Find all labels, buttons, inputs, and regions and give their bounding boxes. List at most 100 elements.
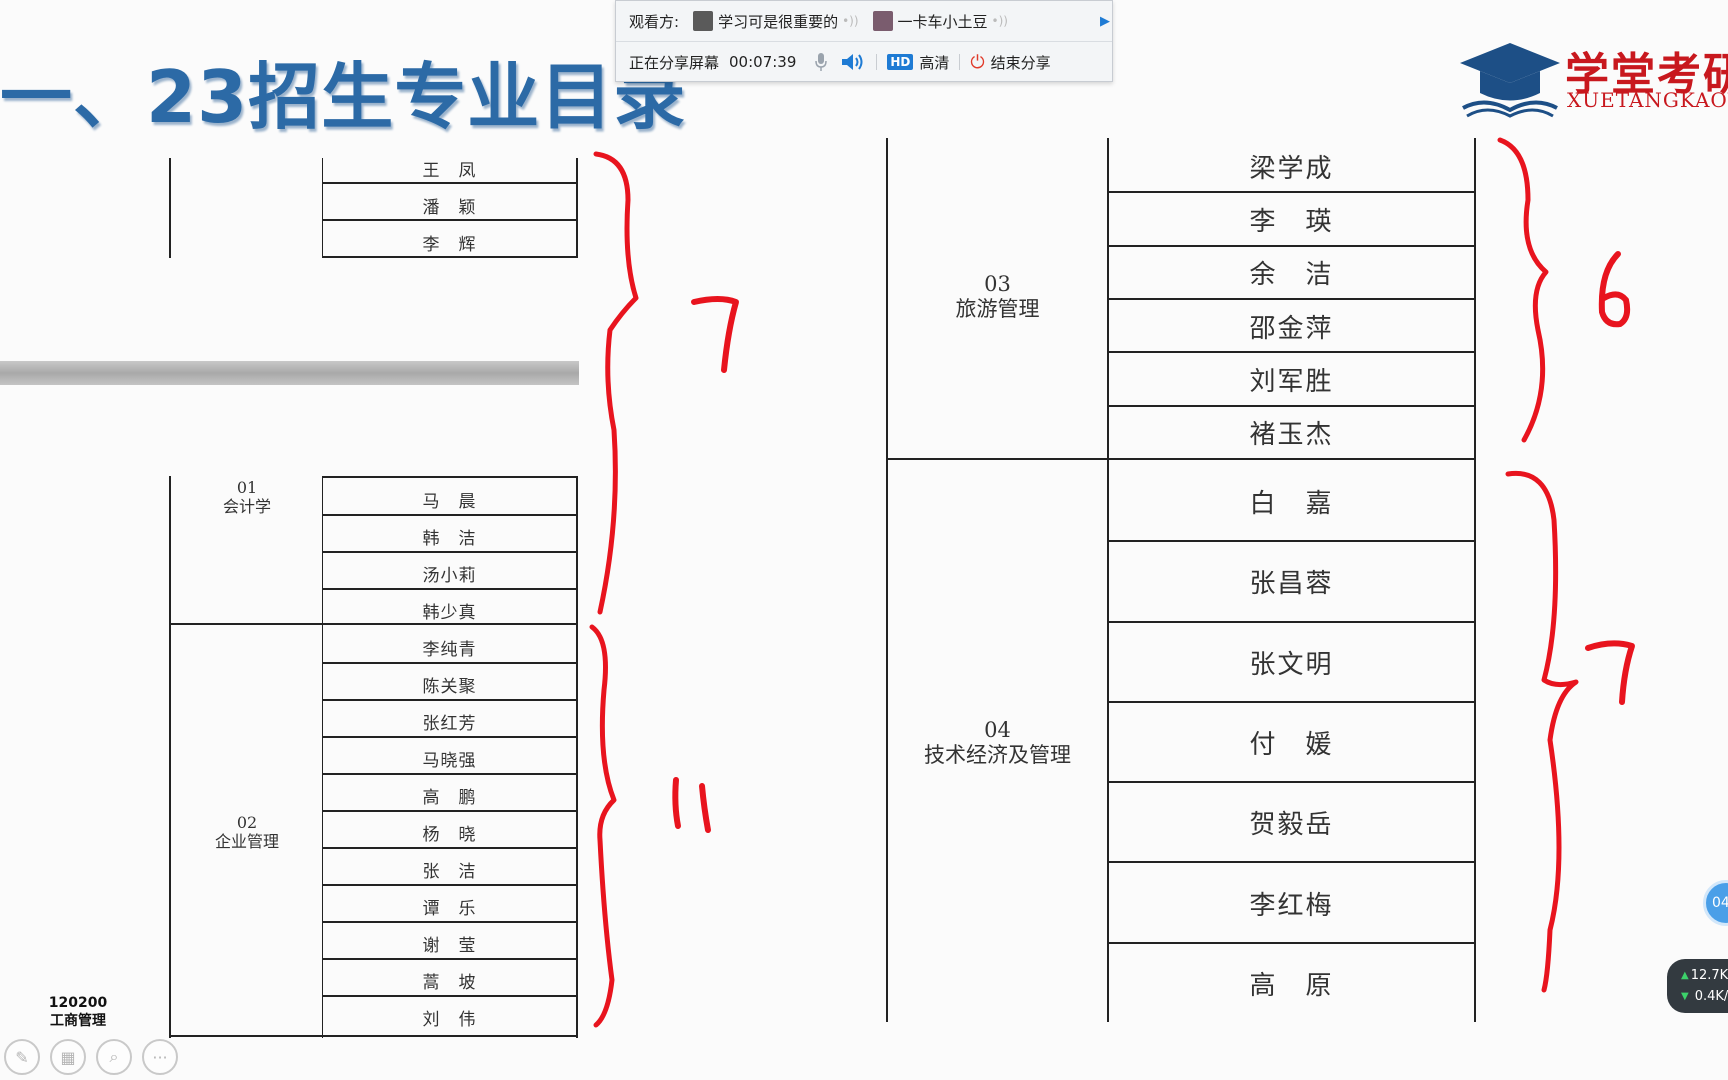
group-code: 02 <box>236 813 258 832</box>
teacher-name: 褚玉杰 <box>1249 420 1334 451</box>
quality-toggle[interactable]: HD 高清 <box>887 52 949 73</box>
power-icon: ⏻ <box>970 51 985 73</box>
upload-arrow-icon: ▲ <box>1681 970 1689 981</box>
teacher-name: 汤小莉 <box>422 566 477 586</box>
group-name: 会计学 <box>222 497 271 516</box>
teacher-name: 刘 伟 <box>422 1010 477 1030</box>
row-divider <box>322 662 577 664</box>
row-divider <box>322 773 577 775</box>
row-divider <box>1108 351 1475 354</box>
table-border <box>169 1035 577 1037</box>
row-divider <box>1108 191 1475 194</box>
brace-bottom-right <box>1505 470 1579 993</box>
teacher-name: 李 瑛 <box>1249 207 1334 237</box>
more-icon[interactable]: ··· <box>142 1039 178 1075</box>
table-border <box>169 476 171 1038</box>
teacher-name: 马晓强 <box>422 751 477 771</box>
viewer-2-name: 一卡车小土豆 <box>897 12 988 31</box>
teacher-name: 谭 乐 <box>422 899 477 919</box>
brand-logo: 学堂考研 XUETANGKAOYAN <box>1455 38 1728 118</box>
download-arrow-icon: ▼ <box>1681 991 1689 1002</box>
row-divider <box>322 514 577 516</box>
teacher-name: 白 嘉 <box>1249 489 1334 520</box>
teacher-name: 陈关聚 <box>422 677 477 697</box>
brace-top-left <box>593 151 639 615</box>
table-border <box>322 219 577 221</box>
timer-bubble[interactable]: 04: <box>1703 880 1728 926</box>
row-divider <box>1108 244 1475 247</box>
teacher-name: 杨 晓 <box>422 825 477 845</box>
teacher-name: 高 鹏 <box>422 788 477 808</box>
expand-arrow-icon[interactable]: ▶ <box>1098 1 1112 41</box>
row-divider <box>322 551 577 553</box>
teacher-name: 王 凤 <box>422 161 477 181</box>
row-divider <box>322 588 577 590</box>
teacher-name: 张文明 <box>1249 649 1334 680</box>
teacher-name: 余 洁 <box>1249 260 1334 291</box>
teacher-name: 蒿 坡 <box>422 973 477 993</box>
screen-share-bar: 观看方: 学习可是很重要的 •)) 一卡车小土豆 •)) ▶ 正在分享屏幕 00… <box>615 0 1113 82</box>
group-code: 01 <box>236 478 258 497</box>
table-border <box>1474 138 1476 1022</box>
hd-icon: HD <box>887 54 914 70</box>
row-divider <box>322 884 577 886</box>
viewer-1-name: 学习可是很重要的 <box>718 12 839 31</box>
teacher-name: 张红芳 <box>422 714 477 734</box>
end-share-button[interactable]: ⏻ 结束分享 <box>970 52 1050 73</box>
table-border <box>886 138 888 1022</box>
row-divider <box>322 810 577 812</box>
teacher-name: 高 原 <box>1249 970 1334 1001</box>
group-code: 03 <box>984 272 1011 296</box>
grid-icon[interactable]: ▦ <box>50 1039 86 1075</box>
avatar <box>693 11 714 31</box>
row-divider <box>1108 861 1475 864</box>
major-code: 120200 <box>48 995 108 1011</box>
sharing-status: 正在分享屏幕 <box>629 53 720 72</box>
download-speed: 0.4K/s <box>1694 989 1728 1004</box>
table-border <box>322 476 577 478</box>
brace-bottom-left <box>589 624 617 1028</box>
group-name: 旅游管理 <box>955 297 1040 321</box>
sound-wave-icon: •)) <box>991 14 1008 28</box>
page-title: 一、23招生专业目录 <box>0 55 687 139</box>
teacher-name: 马 晨 <box>422 492 477 512</box>
network-speed-widget: ▲12.7K/s ▼ 0.4K/s <box>1667 959 1728 1013</box>
microphone-icon[interactable] <box>814 52 828 72</box>
teacher-name: 李红梅 <box>1249 890 1334 921</box>
row-divider <box>322 736 577 738</box>
table-border <box>322 182 577 184</box>
group-code: 04 <box>984 718 1011 742</box>
page-divider <box>0 361 579 385</box>
sound-wave-icon: •)) <box>842 14 859 28</box>
group-divider <box>169 623 577 625</box>
zoom-icon[interactable]: ⌕ <box>96 1039 132 1075</box>
teacher-name: 贺毅岳 <box>1249 810 1334 841</box>
speaker-icon[interactable] <box>840 52 866 72</box>
teacher-name: 梁学成 <box>1249 153 1334 184</box>
viewer-2[interactable]: 一卡车小土豆 •)) <box>872 11 1008 32</box>
table-border <box>576 158 578 258</box>
teacher-name: 韩 洁 <box>422 529 477 549</box>
table-border <box>169 158 171 258</box>
group-02-label: 02 企业管理 <box>172 813 322 851</box>
table-border <box>576 476 578 1038</box>
row-divider <box>1108 540 1475 543</box>
teacher-name: 李纯青 <box>422 640 477 660</box>
teacher-name: 谢 莹 <box>422 936 477 956</box>
group-divider <box>886 458 1476 460</box>
teacher-name: 李 辉 <box>422 235 477 255</box>
teacher-name: 张 洁 <box>422 862 477 882</box>
major-label: 120200 工商管理 <box>30 994 126 1030</box>
major-name: 工商管理 <box>50 1013 106 1029</box>
separator <box>959 54 961 70</box>
handwritten-seven-bottom-right <box>1585 640 1635 705</box>
viewer-1[interactable]: 学习可是很重要的 •)) <box>693 11 859 32</box>
teacher-name: 韩少真 <box>422 603 477 623</box>
teacher-name: 付 媛 <box>1249 730 1334 760</box>
mortarboard-icon <box>1460 43 1560 118</box>
pen-icon[interactable]: ✎ <box>4 1039 40 1075</box>
group-03-label: 03 旅游管理 <box>888 272 1107 322</box>
handwritten-eleven <box>672 777 711 833</box>
row-divider <box>1108 941 1475 944</box>
row-divider <box>322 995 577 997</box>
